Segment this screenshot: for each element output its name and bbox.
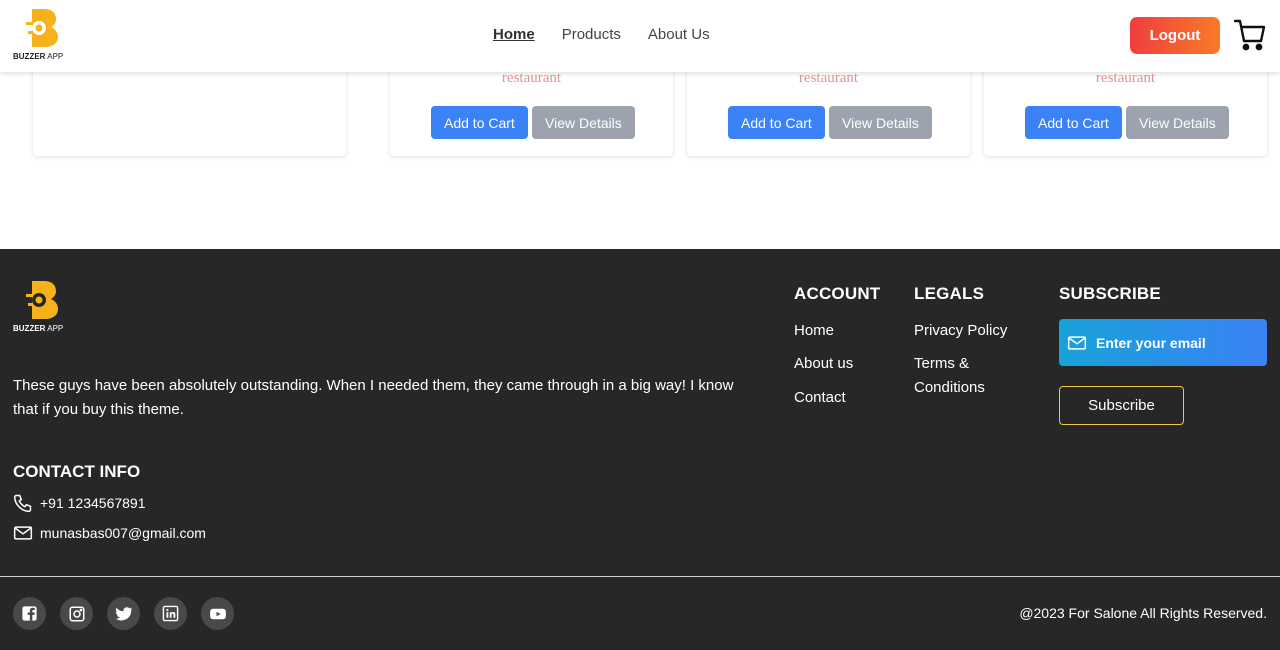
legals-heading: LEGALS	[914, 284, 985, 303]
product-card: restaurant Add to Cart View Details	[390, 60, 673, 156]
top-navbar: BUZZER APP Home Products About Us Logout	[0, 0, 1280, 72]
main-nav: Home Products About Us	[493, 26, 710, 43]
contact-email-text: munasbas007@gmail.com	[40, 525, 206, 541]
youtube-icon[interactable]	[201, 597, 234, 630]
footer-logo[interactable]: BUZZER APP	[13, 281, 75, 335]
nav-products[interactable]: Products	[562, 26, 621, 43]
view-details-button[interactable]: View Details	[532, 106, 635, 139]
copyright-text: @2023 For Salone All Rights Reserved.	[1019, 605, 1267, 621]
footer-link-about-us[interactable]: About us	[794, 352, 853, 376]
subscribe-email-input[interactable]	[1096, 334, 1256, 351]
product-card: restaurant Add to Cart View Details	[687, 60, 970, 156]
product-category: restaurant	[501, 70, 562, 86]
footer-link-home[interactable]: Home	[794, 319, 834, 343]
subscribe-heading: SUBSCRIBE	[1059, 284, 1161, 303]
twitter-icon[interactable]	[107, 597, 140, 630]
site-footer: BUZZER APP These guys have been absolute…	[0, 249, 1280, 650]
add-to-cart-button[interactable]: Add to Cart	[728, 106, 825, 139]
product-card-empty	[33, 60, 346, 156]
contact-phone: +91 1234567891	[13, 493, 146, 513]
instagram-icon[interactable]	[60, 597, 93, 630]
add-to-cart-button[interactable]: Add to Cart	[1025, 106, 1122, 139]
subscribe-button[interactable]: Subscribe	[1059, 386, 1184, 425]
buzzer-logo-icon	[26, 9, 58, 47]
mail-icon	[13, 526, 33, 540]
brand-logo[interactable]: BUZZER APP	[13, 9, 75, 63]
mail-icon	[1067, 335, 1087, 350]
product-card: restaurant Add to Cart View Details	[984, 60, 1267, 156]
cart-icon[interactable]	[1233, 18, 1267, 57]
buzzer-logo-icon	[26, 281, 58, 319]
logout-button[interactable]: Logout	[1130, 17, 1220, 54]
subscribe-email-field[interactable]	[1059, 319, 1267, 366]
facebook-icon[interactable]	[13, 597, 46, 630]
add-to-cart-button[interactable]: Add to Cart	[431, 106, 528, 139]
linkedin-icon[interactable]	[154, 597, 187, 630]
view-details-button[interactable]: View Details	[1126, 106, 1229, 139]
nav-about-us[interactable]: About Us	[648, 26, 710, 43]
phone-icon	[13, 494, 32, 513]
contact-phone-text: +91 1234567891	[40, 495, 146, 511]
account-heading: ACCOUNT	[794, 284, 881, 303]
footer-about-text: These guys have been absolutely outstand…	[13, 377, 734, 418]
footer-divider	[0, 576, 1280, 577]
brand-name: BUZZER APP	[13, 324, 64, 333]
footer-link-terms-conditions[interactable]: Terms & Conditions	[914, 352, 1014, 400]
view-details-button[interactable]: View Details	[829, 106, 932, 139]
product-category: restaurant	[1095, 70, 1156, 86]
product-category: restaurant	[798, 70, 859, 86]
nav-home[interactable]: Home	[493, 26, 535, 43]
contact-email: munasbas007@gmail.com	[13, 523, 206, 543]
brand-name: BUZZER APP	[13, 52, 64, 61]
contact-info-heading: CONTACT INFO	[13, 462, 141, 481]
footer-link-privacy-policy[interactable]: Privacy Policy	[914, 319, 1007, 343]
footer-link-contact[interactable]: Contact	[794, 386, 846, 410]
social-links	[13, 597, 234, 630]
